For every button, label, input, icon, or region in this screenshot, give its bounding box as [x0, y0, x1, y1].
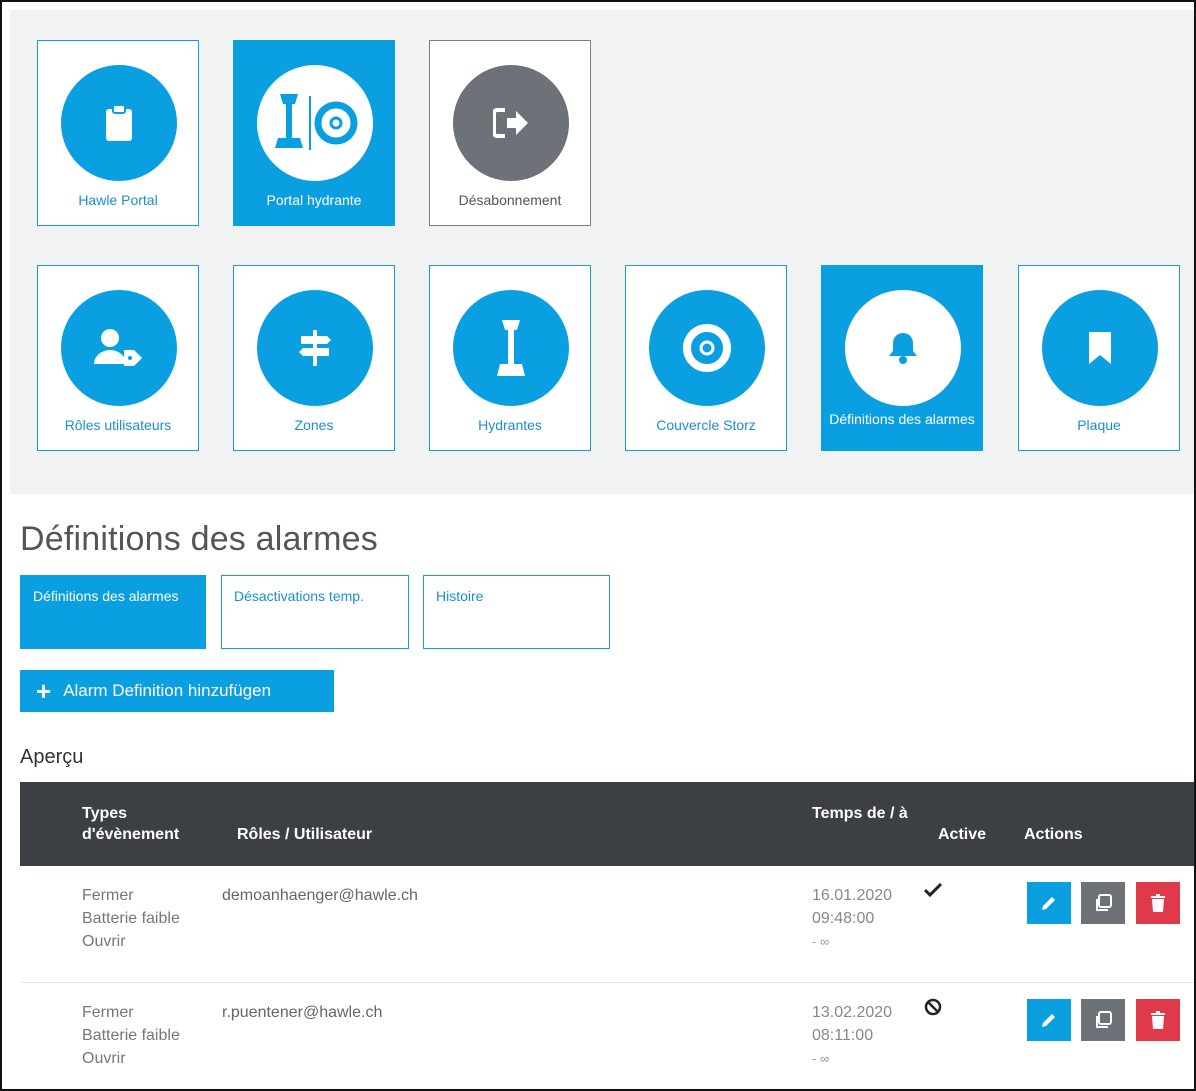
tile-label: Désabonnement: [458, 192, 562, 208]
page-title: Définitions des alarmes: [20, 520, 378, 558]
user-cell: demoanhaenger@hawle.ch: [222, 887, 418, 904]
header-roles[interactable]: Rôles / Utilisateur: [237, 824, 372, 845]
signpost-icon: [299, 330, 331, 366]
tile-label: Portal hydrante: [266, 192, 362, 208]
tile-couvercle-storz[interactable]: Couvercle Storz: [625, 265, 787, 451]
hydrant-icon: [497, 320, 525, 376]
add-button-label: Alarm Definition hinzufügen: [63, 681, 272, 700]
tile-plaque[interactable]: Plaque: [1018, 265, 1180, 451]
table-row: Fermer Batterie faible Ouvrir r.puentene…: [20, 983, 1194, 1089]
plus-icon: +: [36, 676, 52, 706]
tile-label: Hydrantes: [478, 417, 542, 433]
tile-hydrantes[interactable]: Hydrantes: [429, 265, 591, 451]
tile-label: Hawle Portal: [78, 192, 158, 208]
hydrant-cover-icon: [275, 94, 358, 150]
copy-button[interactable]: [1081, 882, 1125, 924]
check-icon: [923, 882, 943, 898]
table-header: Types d'évènement Rôles / Utilisateur Te…: [20, 782, 1194, 866]
user-tag-icon: [94, 329, 142, 366]
copy-icon: [1096, 894, 1112, 911]
bookmark-icon: [1089, 332, 1111, 364]
trash-icon: [1151, 1011, 1165, 1029]
header-event-types[interactable]: Types d'évènement: [82, 803, 222, 845]
tile-desabonnement[interactable]: Désabonnement: [429, 40, 591, 226]
tile-label: Zones: [294, 417, 334, 433]
sign-out-icon: [493, 108, 528, 138]
bell-icon: [889, 333, 917, 364]
pencil-icon: [1042, 897, 1055, 910]
header-actions: Actions: [1024, 826, 1083, 843]
tab-definitions[interactable]: Définitions des alarmes: [20, 575, 206, 649]
table-row: Fermer Batterie faible Ouvrir demoanhaen…: [20, 866, 1194, 983]
section-title: Aperçu: [20, 746, 84, 768]
ban-icon: [924, 998, 942, 1016]
tab-desactivations[interactable]: Désactivations temp.: [221, 575, 409, 649]
tile-label: Rôles utilisateurs: [64, 417, 172, 433]
tile-definitions-des-alarmes[interactable]: Définitions des alarmes: [821, 265, 983, 451]
event-types-cell: Fermer Batterie faible Ouvrir: [82, 1004, 180, 1067]
navigation-panel: Hawle Portal Portal hydrante Désabonneme…: [10, 10, 1194, 494]
clipboard-icon: [106, 104, 132, 141]
time-cell: 13.02.2020 08:11:00 - ∞: [812, 1004, 893, 1066]
tile-zones[interactable]: Zones: [233, 265, 395, 451]
tile-label: Définitions des alarmes: [829, 411, 975, 427]
delete-button[interactable]: [1136, 882, 1180, 924]
header-time[interactable]: Temps de / à: [812, 803, 912, 824]
event-types-cell: Fermer Batterie faible Ouvrir: [82, 887, 180, 950]
user-cell: r.puentener@hawle.ch: [222, 1004, 383, 1021]
tile-label: Plaque: [1077, 417, 1121, 433]
tab-histoire[interactable]: Histoire: [423, 575, 610, 649]
tile-roles-utilisateurs[interactable]: Rôles utilisateurs: [37, 265, 199, 451]
copy-icon: [1096, 1011, 1112, 1028]
time-cell: 16.01.2020 09:48:00 - ∞: [812, 887, 893, 949]
add-alarm-definition-button[interactable]: + Alarm Definition hinzufügen: [20, 670, 334, 712]
delete-button[interactable]: [1136, 999, 1180, 1041]
trash-icon: [1151, 894, 1165, 912]
app-window: Hawle Portal Portal hydrante Désabonneme…: [0, 0, 1196, 1091]
tile-portal-hydrante[interactable]: Portal hydrante: [233, 40, 395, 226]
edit-button[interactable]: [1027, 999, 1071, 1041]
tile-label: Couvercle Storz: [656, 417, 756, 433]
edit-button[interactable]: [1027, 882, 1071, 924]
storz-cover-icon: [683, 324, 731, 372]
copy-button[interactable]: [1081, 999, 1125, 1041]
tile-hawle-portal[interactable]: Hawle Portal: [37, 40, 199, 226]
pencil-icon: [1042, 1014, 1055, 1027]
header-active[interactable]: Active: [938, 824, 986, 845]
